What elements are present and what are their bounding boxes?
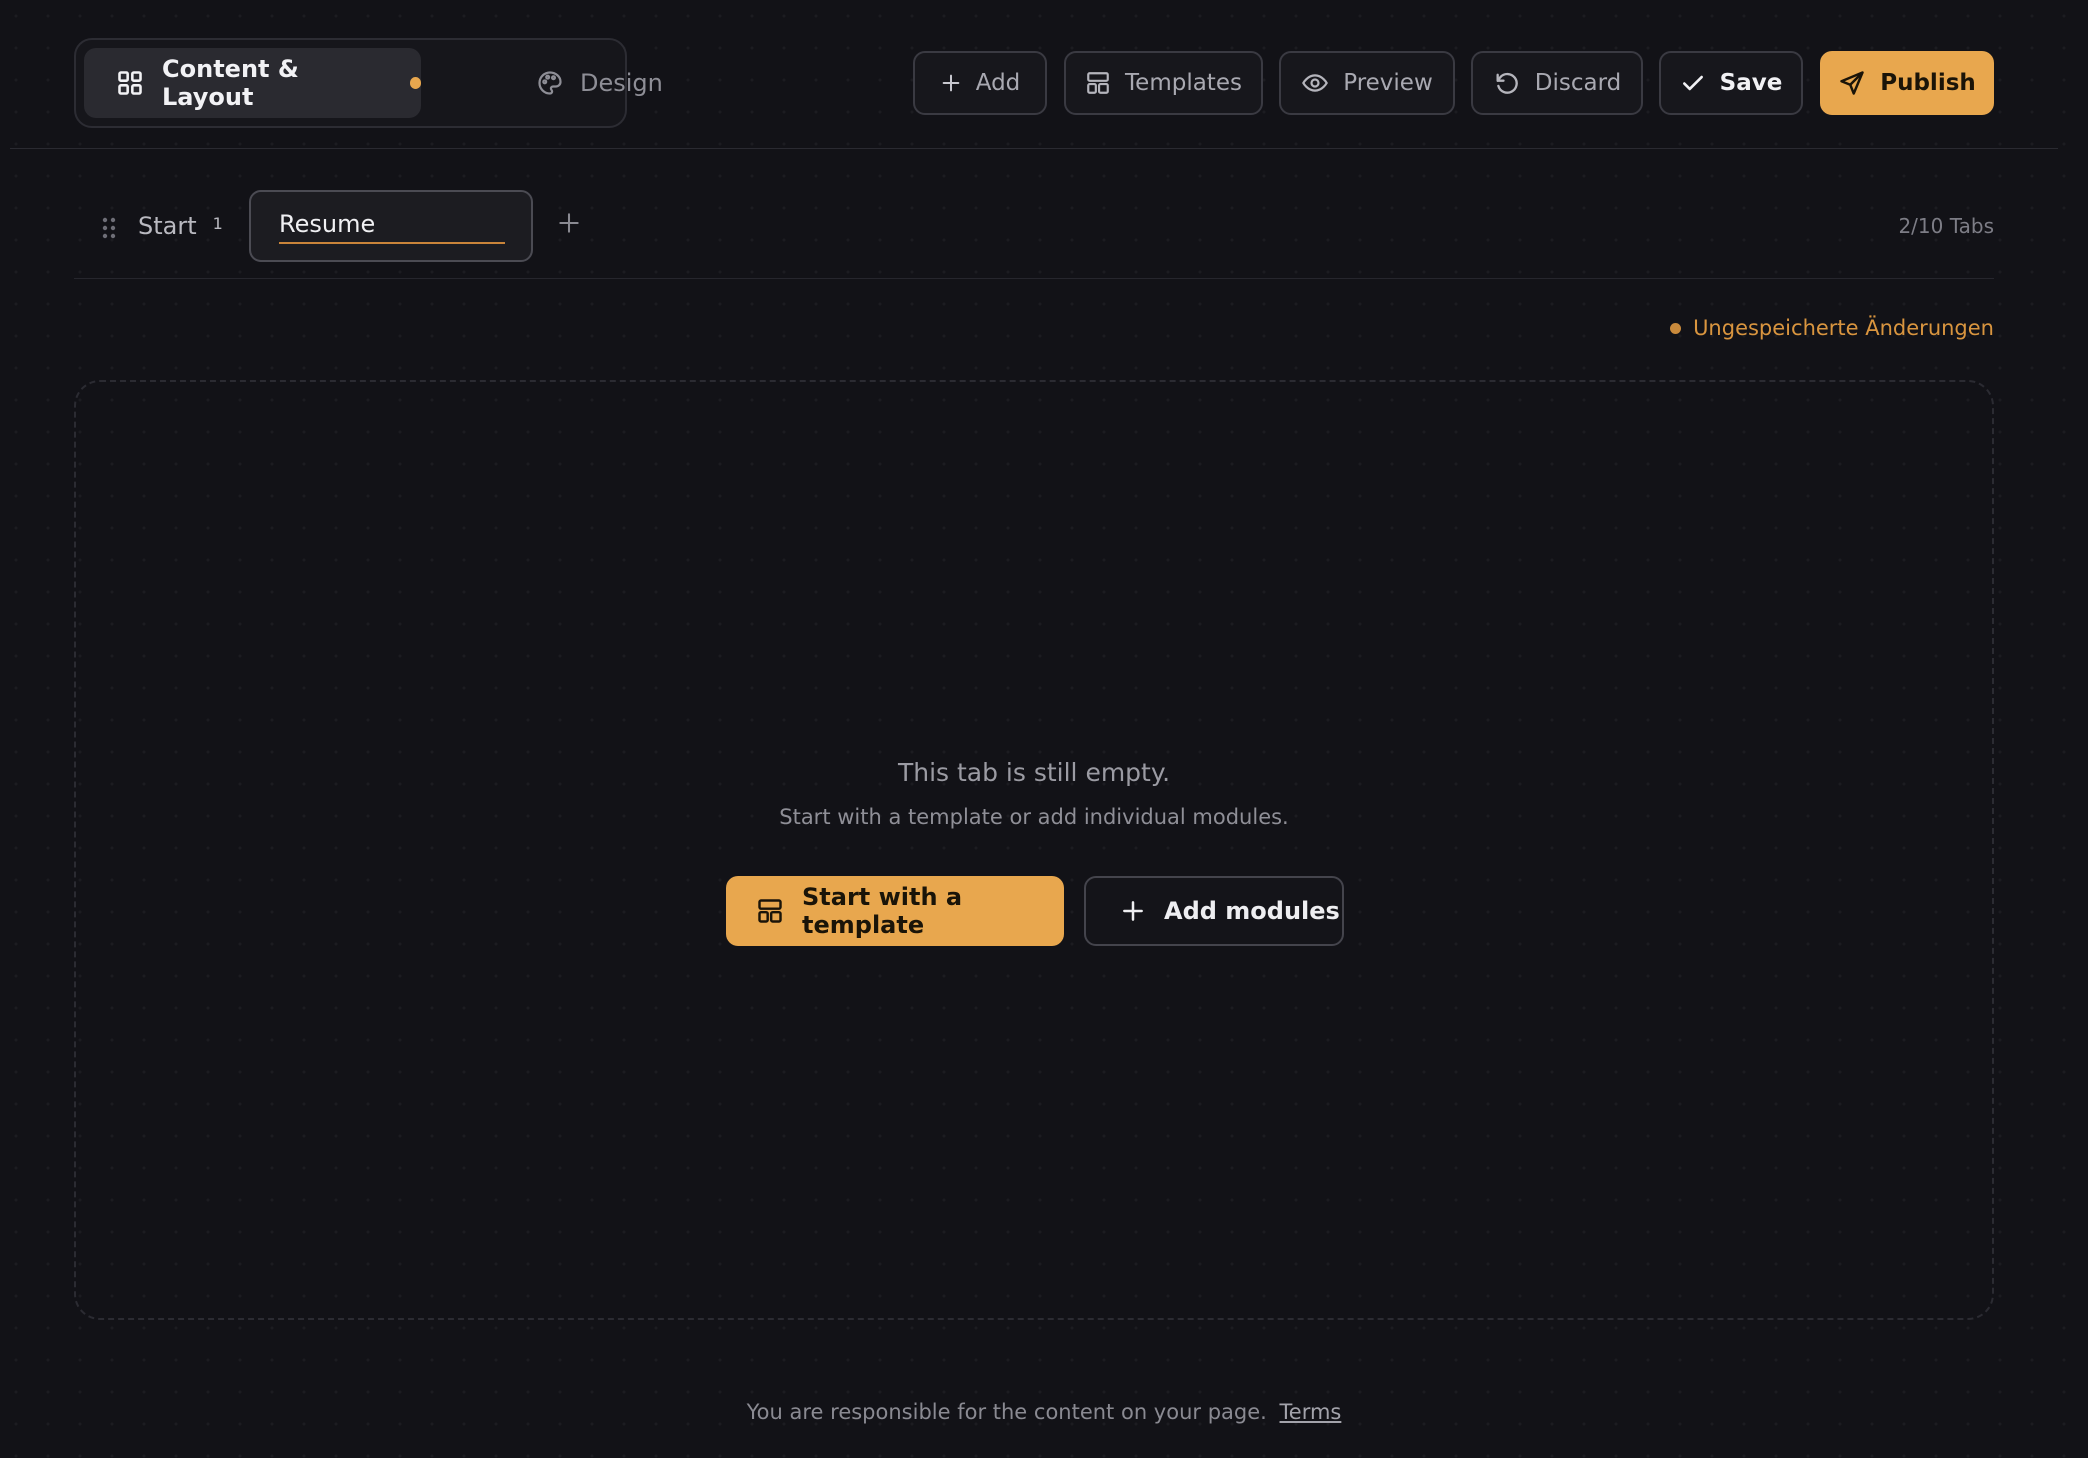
tab-name-underline: [279, 242, 505, 244]
terms-link[interactable]: Terms: [1280, 1400, 1342, 1424]
templates-button-label: Templates: [1125, 70, 1242, 96]
palette-icon: [536, 69, 564, 97]
send-icon: [1838, 69, 1866, 97]
drag-handle-icon[interactable]: [102, 216, 116, 240]
tab-content-layout-label: Content & Layout: [162, 55, 299, 111]
tab-start[interactable]: Start 1: [138, 212, 223, 240]
discard-button[interactable]: Discard: [1471, 51, 1643, 115]
plus-icon: [940, 72, 962, 94]
eye-icon: [1301, 69, 1329, 97]
editor-header: Content & Layout Design Add Templates Pr…: [0, 0, 2088, 149]
template-icon: [1085, 70, 1111, 96]
unsaved-dot-icon: [1670, 322, 1682, 334]
undo-icon: [1493, 69, 1521, 97]
publish-button[interactable]: Publish: [1820, 51, 1994, 115]
start-with-template-label: Start with a template: [802, 883, 963, 939]
unsaved-changes-indicator: Ungespeicherte Änderungen: [1670, 316, 1994, 340]
footer: You are responsible for the content on y…: [0, 1400, 2088, 1424]
page-tab-bar: Start 1 2/10 Tabs: [74, 190, 1994, 280]
empty-state-subtitle: Start with a template or add individual …: [779, 805, 1289, 829]
footer-text: You are responsible for the content on y…: [746, 1400, 1267, 1424]
module-dropzone: This tab is still empty. Start with a te…: [74, 380, 1994, 1320]
tab-counter: 2/10 Tabs: [1898, 214, 1994, 238]
template-icon: [756, 897, 784, 925]
tab-start-label: Start: [138, 212, 197, 240]
tab-content-layout[interactable]: Content & Layout: [84, 48, 421, 118]
preview-button-label: Preview: [1343, 70, 1433, 96]
tab-name-input[interactable]: [279, 206, 505, 242]
add-button-label: Add: [975, 70, 1021, 96]
check-icon: [1680, 70, 1706, 96]
tabbar-divider: [74, 278, 1994, 279]
save-button-label: Save: [1719, 70, 1783, 96]
publish-button-label: Publish: [1880, 70, 1976, 96]
layout-grid-icon: [116, 69, 144, 97]
add-modules-button[interactable]: Add modules: [1084, 876, 1344, 946]
preview-button[interactable]: Preview: [1279, 51, 1455, 115]
start-with-template-button[interactable]: Start with a template: [726, 876, 1064, 946]
unsaved-changes-text: Ungespeicherte Änderungen: [1693, 316, 1994, 340]
tab-resume[interactable]: [249, 190, 533, 262]
templates-button[interactable]: Templates: [1064, 51, 1263, 115]
mode-switch: Content & Layout Design: [74, 38, 663, 128]
header-divider: [10, 148, 2058, 149]
tab-design[interactable]: Design: [456, 48, 663, 118]
unsaved-dot: [409, 77, 421, 89]
tab-design-label: Design: [580, 69, 663, 97]
add-tab-icon[interactable]: [556, 210, 582, 236]
save-button[interactable]: Save: [1659, 51, 1803, 115]
tab-start-count: 1: [212, 214, 223, 233]
add-button[interactable]: Add: [913, 51, 1047, 115]
empty-state-title: This tab is still empty.: [897, 758, 1171, 787]
add-modules-label: Add modules: [1164, 897, 1340, 925]
discard-button-label: Discard: [1534, 70, 1622, 96]
plus-icon: [1120, 898, 1146, 924]
